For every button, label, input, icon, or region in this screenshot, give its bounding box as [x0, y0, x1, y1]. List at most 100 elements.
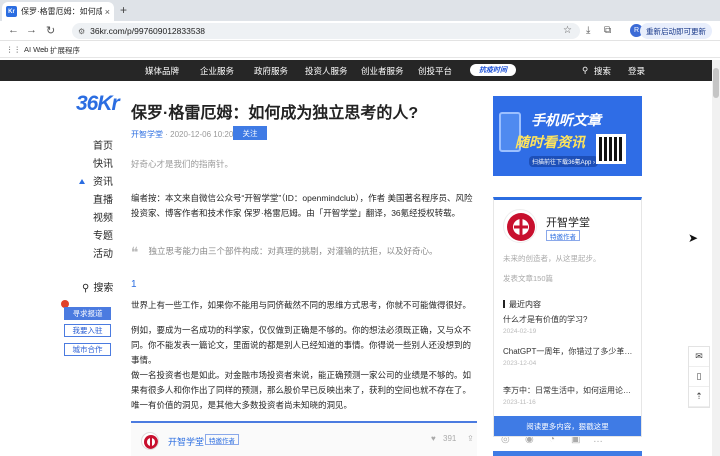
author-avatar-large[interactable]	[503, 209, 537, 243]
close-tab-icon[interactable]: ×	[105, 7, 110, 17]
left-nav-topics[interactable]: 专题	[93, 228, 113, 246]
folder-icon: ▭	[38, 45, 46, 54]
qr-code-icon	[596, 134, 626, 164]
search-icon[interactable]: ⚲	[582, 65, 588, 76]
ad-line-1: 手机听文章	[531, 112, 601, 128]
feedback-icon[interactable]: ✉	[689, 347, 709, 367]
address-bar-row: ← → ↻ ⚙ 36kr.com/p/997609012833538 ☆ ⤓ ⧉…	[0, 21, 720, 41]
quote-icon: ❝	[131, 244, 139, 260]
nav-search-link[interactable]: 搜索	[594, 65, 611, 77]
left-search-label: 搜索	[93, 283, 114, 294]
download-icon[interactable]: ⤓	[586, 25, 590, 36]
recent-item-date: 2023-11-16	[503, 399, 536, 406]
like-count: 391	[443, 434, 457, 443]
city-label: 城市合作	[72, 345, 103, 354]
back-to-top-icon[interactable]: ⇡	[689, 387, 709, 407]
left-nav-live[interactable]: 直播	[93, 192, 113, 210]
sidebar-next-card-edge	[493, 451, 642, 456]
article-author-link[interactable]: 开智学堂	[131, 130, 163, 139]
article-date: 2020-12-06 10:20	[170, 130, 234, 139]
nav-item-founder[interactable]: 创业者服务	[361, 65, 404, 77]
reload-icon[interactable]: ↻	[46, 24, 55, 37]
author-avatar[interactable]	[141, 432, 159, 450]
nav-item-enterprise[interactable]: 企业服务	[200, 65, 234, 77]
favicon-icon: Kr	[6, 6, 17, 17]
like-icon[interactable]: ♥	[431, 434, 436, 443]
floating-toolbar: ✉ ▯ ⇡	[688, 346, 710, 408]
bookmark-extensions[interactable]: 扩展程序	[50, 45, 80, 56]
share-icon[interactable]: ⇪	[467, 434, 474, 443]
article-paragraph: 世界上有一些工作，如果你不能用与同侪截然不同的思维方式思考，你就不可能做得很好。	[131, 300, 472, 310]
recent-heading: 最近内容	[503, 299, 541, 310]
article-count: 发表文章150篇	[503, 274, 554, 283]
left-nav: 首页 快讯 资讯 直播 视频 专题 活动	[79, 138, 113, 264]
tab-title: 保罗·格雷厄姆：如何成为独立思考的人?	[21, 7, 102, 16]
left-nav-video[interactable]: 视频	[93, 210, 113, 228]
update-button[interactable]: 重新启动即可更新	[640, 23, 712, 39]
recent-item[interactable]: 什么才是有价值的学习? 2024-02-19	[503, 314, 635, 335]
bookmark-star-icon[interactable]: ☆	[563, 25, 572, 36]
article-paragraph: 做一名投资者也是如此。对金融市场投资者来说，能正确预测一家公司的业绩是不够的。如…	[131, 370, 472, 410]
editor-note: 编者按：本文来自微信公众号“开智学堂”（ID：openmindclub），作者 …	[131, 193, 473, 218]
article-summary: 好奇心才是我们的指南针。	[131, 159, 234, 169]
city-cooperation-button[interactable]: 城市合作	[64, 343, 111, 356]
left-nav-flash[interactable]: 快讯	[93, 156, 113, 174]
quote-text: 独立思考能力由三个部件构成：对真理的挑剔，对灌输的抗拒，以及好奇心。	[148, 246, 438, 256]
site-info-icon[interactable]: ⚙	[78, 27, 85, 36]
report-label: 寻求报道	[72, 309, 103, 318]
join-label: 我要入驻	[72, 326, 103, 335]
join-button[interactable]: 我要入驻	[64, 324, 111, 337]
author-description: 未来的创造者，从这里起步。	[503, 254, 601, 263]
mouse-cursor-icon: ➤	[688, 231, 699, 245]
article-title: 保罗·格雷厄姆：如何成为独立思考的人?	[131, 105, 419, 122]
ad-line-3: 扫描前往下载36氪App ›	[529, 156, 599, 167]
mobile-icon[interactable]: ▯	[689, 367, 709, 387]
left-nav-home[interactable]: 首页	[93, 138, 113, 156]
left-nav-news[interactable]: 资讯	[79, 174, 113, 192]
author-action-bar: 开智学堂 特邀作者 ♥ 391 ⇪ ◎ ◉ ◔ ▣ …	[131, 421, 603, 456]
nav-promo-badge[interactable]: 抗疫时间	[470, 64, 516, 76]
recent-item[interactable]: 李万中：日常生活中，如何运用论证分析? 2023-11-16	[503, 385, 635, 406]
recent-item-date: 2023-12-04	[503, 360, 537, 367]
scrollbar-thumb[interactable]	[713, 68, 719, 98]
nav-item-platform[interactable]: 创投平台	[418, 65, 452, 77]
article-paragraph: 例如，要成为一名成功的科学家，仅仅做到正确是不够的。你的想法必须既正确，又与众不…	[131, 325, 472, 365]
read-more-button[interactable]: 阅读更多内容，狠戳这里	[494, 416, 641, 436]
url-field[interactable]: ⚙ 36kr.com/p/997609012833538 ☆	[72, 23, 580, 39]
nav-item-media[interactable]: 媒体品牌	[145, 65, 179, 77]
sidebar-author-tag: 特邀作者	[546, 230, 580, 241]
card-author-name[interactable]: 开智学堂	[168, 435, 204, 448]
recent-item-title: 什么才是有价值的学习?	[503, 315, 588, 324]
site-logo[interactable]: 36Kr	[76, 92, 120, 116]
nav-item-government[interactable]: 政府服务	[254, 65, 288, 77]
pull-quote: ❝ 独立思考能力由三个部件构成：对真理的挑剔，对灌输的抗拒，以及好奇心。	[131, 244, 477, 261]
follow-button[interactable]: 关注	[233, 126, 267, 140]
seek-coverage-button[interactable]: 寻求报道	[64, 307, 111, 320]
login-link[interactable]: 登录	[628, 65, 645, 77]
app-download-ad[interactable]: 手机听文章 随时看资讯 扫描前往下载36氪App ›	[493, 96, 642, 176]
browser-tab[interactable]: Kr 保罗·格雷厄姆：如何成为独立思考的人? ×	[2, 2, 114, 21]
ad-line-2: 随时看资讯	[515, 134, 585, 150]
url-text: 36kr.com/p/997609012833538	[90, 26, 206, 36]
browser-tab-bar: Kr 保罗·格雷厄姆：如何成为独立思考的人? × +	[0, 0, 720, 21]
recent-item-title: ChatGPT一周年，你错过了多少革命性时刻？一图总结2023生成式AI里程碑大…	[503, 347, 635, 356]
author-panel: 开智学堂 特邀作者 未来的创造者，从这里起步。 发表文章150篇 最近内容 什么…	[493, 197, 642, 437]
nav-item-investor[interactable]: 投资人服务	[305, 65, 348, 77]
meta-separator: ·	[165, 130, 168, 139]
page-scrollbar[interactable]	[712, 60, 720, 456]
left-nav-events[interactable]: 活动	[93, 246, 113, 264]
back-icon[interactable]: ←	[8, 24, 19, 36]
apps-icon[interactable]: ⋮⋮	[6, 45, 21, 54]
recent-item[interactable]: ChatGPT一周年，你错过了多少革命性时刻？一图总结2023生成式AI里程碑大…	[503, 346, 635, 367]
bookmarks-bar: ⋮⋮ AI Web ▭ 扩展程序	[0, 42, 720, 58]
search-icon: ⚲	[82, 283, 90, 294]
site-top-nav: 媒体品牌 企业服务 政府服务 投资人服务 创业者服务 创投平台 抗疫时间 ⚲ 搜…	[0, 60, 712, 81]
extensions-icon[interactable]: ⧉	[604, 25, 611, 36]
new-tab-button[interactable]: +	[120, 3, 127, 17]
recent-item-date: 2024-02-19	[503, 328, 537, 335]
recent-item-title: 李万中：日常生活中，如何运用论证分析?	[503, 386, 635, 395]
left-search[interactable]: ⚲ 搜索	[82, 279, 113, 294]
sidebar-author-name[interactable]: 开智学堂	[546, 214, 590, 230]
card-author-tag: 特邀作者	[205, 434, 239, 445]
forward-icon[interactable]: →	[26, 24, 37, 36]
